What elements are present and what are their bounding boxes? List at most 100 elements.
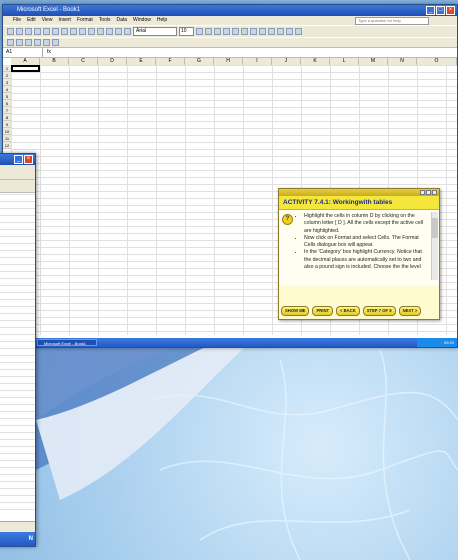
fill-color-icon[interactable] <box>286 28 293 35</box>
print-icon[interactable] <box>34 28 41 35</box>
underline-icon[interactable] <box>214 28 221 35</box>
font-name-select[interactable]: Arial <box>133 27 177 36</box>
menu-help[interactable]: Help <box>157 16 167 25</box>
preview-icon[interactable] <box>43 28 50 35</box>
left-window-sheet-tabs[interactable] <box>0 521 35 532</box>
row-header[interactable]: 1 <box>3 65 11 72</box>
sum-icon[interactable] <box>106 28 113 35</box>
menu-format[interactable]: Format <box>77 16 93 25</box>
cut-icon[interactable] <box>61 28 68 35</box>
name-box[interactable]: A1 <box>3 48 43 57</box>
column-header[interactable]: N <box>388 58 417 65</box>
column-header[interactable]: I <box>243 58 272 65</box>
menu-tools[interactable]: Tools <box>99 16 111 25</box>
print-button[interactable]: PRINT <box>312 306 334 316</box>
font-size-select[interactable]: 10 <box>179 27 194 36</box>
column-header[interactable]: H <box>214 58 243 65</box>
row-header[interactable]: 8 <box>3 114 11 121</box>
redo-icon[interactable] <box>97 28 104 35</box>
activity-instructions: ? Highlight the cells in column D by cli… <box>279 210 439 285</box>
taskbar-excel-button[interactable]: Microsoft Excel - Book1 <box>37 339 97 346</box>
column-header[interactable]: D <box>98 58 127 65</box>
menu-edit[interactable]: Edit <box>27 16 36 25</box>
align-left-icon[interactable] <box>223 28 230 35</box>
minimize-icon[interactable]: _ <box>426 6 435 15</box>
instruction-item: In the 'Category' box highlight Currency… <box>304 249 427 271</box>
column-header[interactable]: G <box>185 58 214 65</box>
toolbar-icon[interactable] <box>16 39 23 46</box>
activity-title-bar[interactable] <box>279 189 439 196</box>
menu-file[interactable]: File <box>13 16 21 25</box>
open-icon[interactable] <box>16 28 23 35</box>
chart-icon[interactable] <box>124 28 131 35</box>
column-header[interactable]: E <box>127 58 156 65</box>
column-header[interactable]: K <box>301 58 330 65</box>
bold-icon[interactable] <box>196 28 203 35</box>
copy-icon[interactable] <box>70 28 77 35</box>
row-header[interactable]: 9 <box>3 121 11 128</box>
menu-window[interactable]: Window <box>133 16 151 25</box>
row-header[interactable]: 5 <box>3 93 11 100</box>
taskbar: start Microsoft Excel - Book1 09:20 <box>3 338 457 347</box>
system-clock: 09:20 <box>417 338 457 347</box>
maximize-icon[interactable]: □ <box>436 6 445 15</box>
merge-icon[interactable] <box>250 28 257 35</box>
percent-icon[interactable] <box>268 28 275 35</box>
save-icon[interactable] <box>25 28 32 35</box>
next-button[interactable]: NEXT > <box>398 306 422 316</box>
instruction-item: Now click on Format and select Cells. Th… <box>304 235 427 250</box>
column-header[interactable]: C <box>69 58 98 65</box>
close-icon[interactable]: × <box>446 6 455 15</box>
left-window-taskbar[interactable]: N <box>0 532 35 546</box>
toolbar-icon[interactable] <box>7 39 14 46</box>
align-right-icon[interactable] <box>241 28 248 35</box>
new-icon[interactable] <box>7 28 14 35</box>
row-header[interactable]: 2 <box>3 72 11 79</box>
row-header[interactable]: 10 <box>3 128 11 135</box>
show-me-button[interactable]: SHOW ME <box>281 306 310 316</box>
sort-icon[interactable] <box>115 28 122 35</box>
row-header[interactable]: 11 <box>3 135 11 142</box>
column-header[interactable]: F <box>156 58 185 65</box>
row-header[interactable]: 3 <box>3 79 11 86</box>
close-icon[interactable] <box>432 190 437 195</box>
active-cell-a1[interactable] <box>11 65 40 72</box>
help-search-input[interactable]: Type a question for help <box>355 17 429 25</box>
row-header[interactable]: 6 <box>3 100 11 107</box>
menu-insert[interactable]: Insert <box>58 16 71 25</box>
close-icon[interactable]: × <box>24 155 33 164</box>
row-header[interactable]: 4 <box>3 86 11 93</box>
menu-data[interactable]: Data <box>116 16 127 25</box>
column-header[interactable]: A <box>11 58 40 65</box>
spelling-icon[interactable] <box>52 28 59 35</box>
toolbar-icon[interactable] <box>43 39 50 46</box>
column-header[interactable]: B <box>40 58 69 65</box>
column-header[interactable]: M <box>359 58 388 65</box>
left-window-grid[interactable] <box>0 194 35 514</box>
column-header[interactable]: J <box>272 58 301 65</box>
back-button[interactable]: < BACK <box>336 306 360 316</box>
left-window-title-bar[interactable]: _ × <box>0 154 35 165</box>
italic-icon[interactable] <box>205 28 212 35</box>
activity-scrollbar[interactable] <box>431 212 438 280</box>
row-header[interactable]: 7 <box>3 107 11 114</box>
minimize-icon[interactable]: _ <box>14 155 23 164</box>
column-header[interactable]: L <box>330 58 359 65</box>
align-center-icon[interactable] <box>232 28 239 35</box>
menu-bar: File Edit View Insert Format Tools Data … <box>3 16 457 25</box>
row-header[interactable]: 12 <box>3 142 11 149</box>
scrollbar-thumb[interactable] <box>432 218 438 238</box>
menu-view[interactable]: View <box>42 16 53 25</box>
currency-icon[interactable] <box>259 28 266 35</box>
excel-title-bar[interactable]: Microsoft Excel - Book1 _ □ × <box>3 5 457 16</box>
minimize-icon[interactable] <box>420 190 425 195</box>
paste-icon[interactable] <box>79 28 86 35</box>
font-color-icon[interactable] <box>295 28 302 35</box>
borders-icon[interactable] <box>277 28 284 35</box>
toolbar-icon[interactable] <box>52 39 59 46</box>
maximize-icon[interactable] <box>426 190 431 195</box>
undo-icon[interactable] <box>88 28 95 35</box>
column-header[interactable]: O <box>417 58 457 65</box>
toolbar-icon[interactable] <box>34 39 41 46</box>
toolbar-icon[interactable] <box>25 39 32 46</box>
